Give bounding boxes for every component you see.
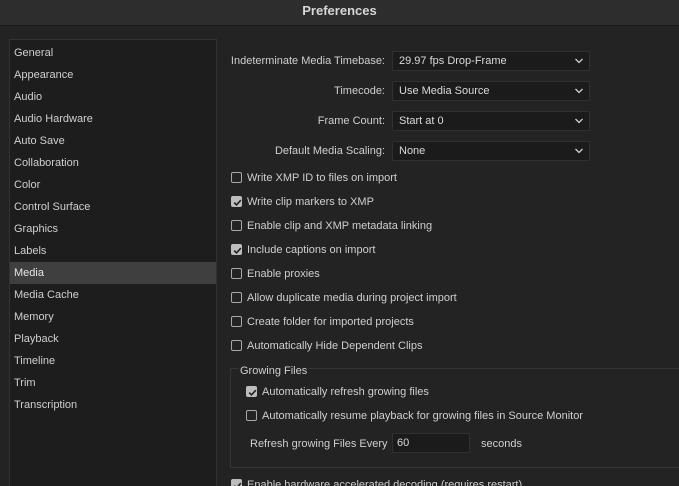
sidebar-item-general[interactable]: General bbox=[10, 42, 216, 64]
create-folder-checkbox[interactable] bbox=[231, 316, 242, 327]
include-captions-label: Include captions on import bbox=[247, 244, 376, 256]
sidebar-item-labels[interactable]: Labels bbox=[10, 240, 216, 262]
sidebar-item-media[interactable]: Media bbox=[10, 262, 216, 284]
chevron-down-icon bbox=[575, 118, 583, 124]
timebase-row: Indeterminate Media Timebase: 29.97 fps … bbox=[220, 51, 679, 71]
title-bar[interactable]: Preferences bbox=[0, 0, 679, 26]
include-captions-checkbox[interactable] bbox=[231, 244, 242, 255]
hardware-decoding-label: Enable hardware accelerated decoding (re… bbox=[247, 479, 523, 486]
sidebar-item-audio[interactable]: Audio bbox=[10, 86, 216, 108]
sidebar-item-trim[interactable]: Trim bbox=[10, 372, 216, 394]
frame-count-row: Frame Count: Start at 0 bbox=[220, 111, 679, 131]
enable-proxies-checkbox[interactable] bbox=[231, 268, 242, 279]
sidebar-item-playback[interactable]: Playback bbox=[10, 328, 216, 350]
sidebar-item-graphics[interactable]: Graphics bbox=[10, 218, 216, 240]
hide-dependent-clips-label: Automatically Hide Dependent Clips bbox=[247, 340, 423, 352]
timebase-label: Indeterminate Media Timebase: bbox=[230, 55, 385, 67]
sidebar-item-media-cache[interactable]: Media Cache bbox=[10, 284, 216, 306]
create-folder-label: Create folder for imported projects bbox=[247, 316, 414, 328]
sidebar-item-control-surface[interactable]: Control Surface bbox=[10, 196, 216, 218]
allow-duplicate-media-label: Allow duplicate media during project imp… bbox=[247, 292, 457, 304]
hardware-decoding-checkbox[interactable] bbox=[231, 479, 242, 486]
frame-count-dropdown[interactable]: Start at 0 bbox=[392, 111, 590, 131]
media-preferences-panel: Indeterminate Media Timebase: 29.97 fps … bbox=[220, 40, 679, 486]
growing-files-title: Growing Files bbox=[238, 365, 310, 377]
refresh-growing-files-checkbox[interactable] bbox=[246, 386, 257, 397]
sidebar-item-collaboration[interactable]: Collaboration bbox=[10, 152, 216, 174]
sidebar-item-audio-hardware[interactable]: Audio Hardware bbox=[10, 108, 216, 130]
hide-dependent-clips-checkbox[interactable] bbox=[231, 340, 242, 351]
write-clip-markers-checkbox[interactable] bbox=[231, 196, 242, 207]
refresh-growing-files-label: Automatically refresh growing files bbox=[262, 386, 429, 398]
chevron-down-icon bbox=[575, 148, 583, 154]
timecode-label: Timecode: bbox=[334, 85, 385, 97]
enable-proxies-label: Enable proxies bbox=[247, 268, 320, 280]
resume-playback-checkbox[interactable] bbox=[246, 410, 257, 421]
checkmark-icon bbox=[233, 199, 242, 207]
checkmark-icon bbox=[233, 482, 242, 486]
checkmark-icon bbox=[233, 247, 242, 255]
seconds-label: seconds bbox=[481, 438, 522, 450]
write-xmp-id-checkbox[interactable] bbox=[231, 172, 242, 183]
timecode-dropdown[interactable]: Use Media Source bbox=[392, 81, 590, 101]
metadata-linking-label: Enable clip and XMP metadata linking bbox=[247, 220, 433, 232]
timecode-value: Use Media Source bbox=[399, 85, 490, 97]
timecode-row: Timecode: Use Media Source bbox=[220, 81, 679, 101]
chevron-down-icon bbox=[575, 88, 583, 94]
refresh-interval-label: Refresh growing Files Every bbox=[250, 438, 388, 450]
sidebar-item-appearance[interactable]: Appearance bbox=[10, 64, 216, 86]
preferences-sidebar: General Appearance Audio Audio Hardware … bbox=[9, 39, 217, 486]
write-clip-markers-label: Write clip markers to XMP bbox=[247, 196, 374, 208]
sidebar-item-memory[interactable]: Memory bbox=[10, 306, 216, 328]
frame-count-label: Frame Count: bbox=[317, 115, 385, 127]
resume-playback-label: Automatically resume playback for growin… bbox=[262, 410, 583, 422]
media-scaling-row: Default Media Scaling: None bbox=[220, 141, 679, 161]
sidebar-item-timeline[interactable]: Timeline bbox=[10, 350, 216, 372]
timebase-value: 29.97 fps Drop-Frame bbox=[399, 55, 507, 67]
timebase-dropdown[interactable]: 29.97 fps Drop-Frame bbox=[392, 51, 590, 71]
media-scaling-label: Default Media Scaling: bbox=[274, 145, 385, 157]
preferences-window: Preferences General Appearance Audio Aud… bbox=[0, 0, 679, 486]
sidebar-item-transcription[interactable]: Transcription bbox=[10, 394, 216, 416]
chevron-down-icon bbox=[575, 58, 583, 64]
checkmark-icon bbox=[248, 389, 257, 397]
sidebar-item-color[interactable]: Color bbox=[10, 174, 216, 196]
write-xmp-id-label: Write XMP ID to files on import bbox=[247, 172, 397, 184]
metadata-linking-checkbox[interactable] bbox=[231, 220, 242, 231]
refresh-interval-input[interactable] bbox=[392, 433, 470, 453]
media-scaling-dropdown[interactable]: None bbox=[392, 141, 590, 161]
frame-count-value: Start at 0 bbox=[399, 115, 444, 127]
media-scaling-value: None bbox=[399, 145, 426, 157]
window-title: Preferences bbox=[302, 3, 377, 18]
sidebar-item-auto-save[interactable]: Auto Save bbox=[10, 130, 216, 152]
allow-duplicate-media-checkbox[interactable] bbox=[231, 292, 242, 303]
